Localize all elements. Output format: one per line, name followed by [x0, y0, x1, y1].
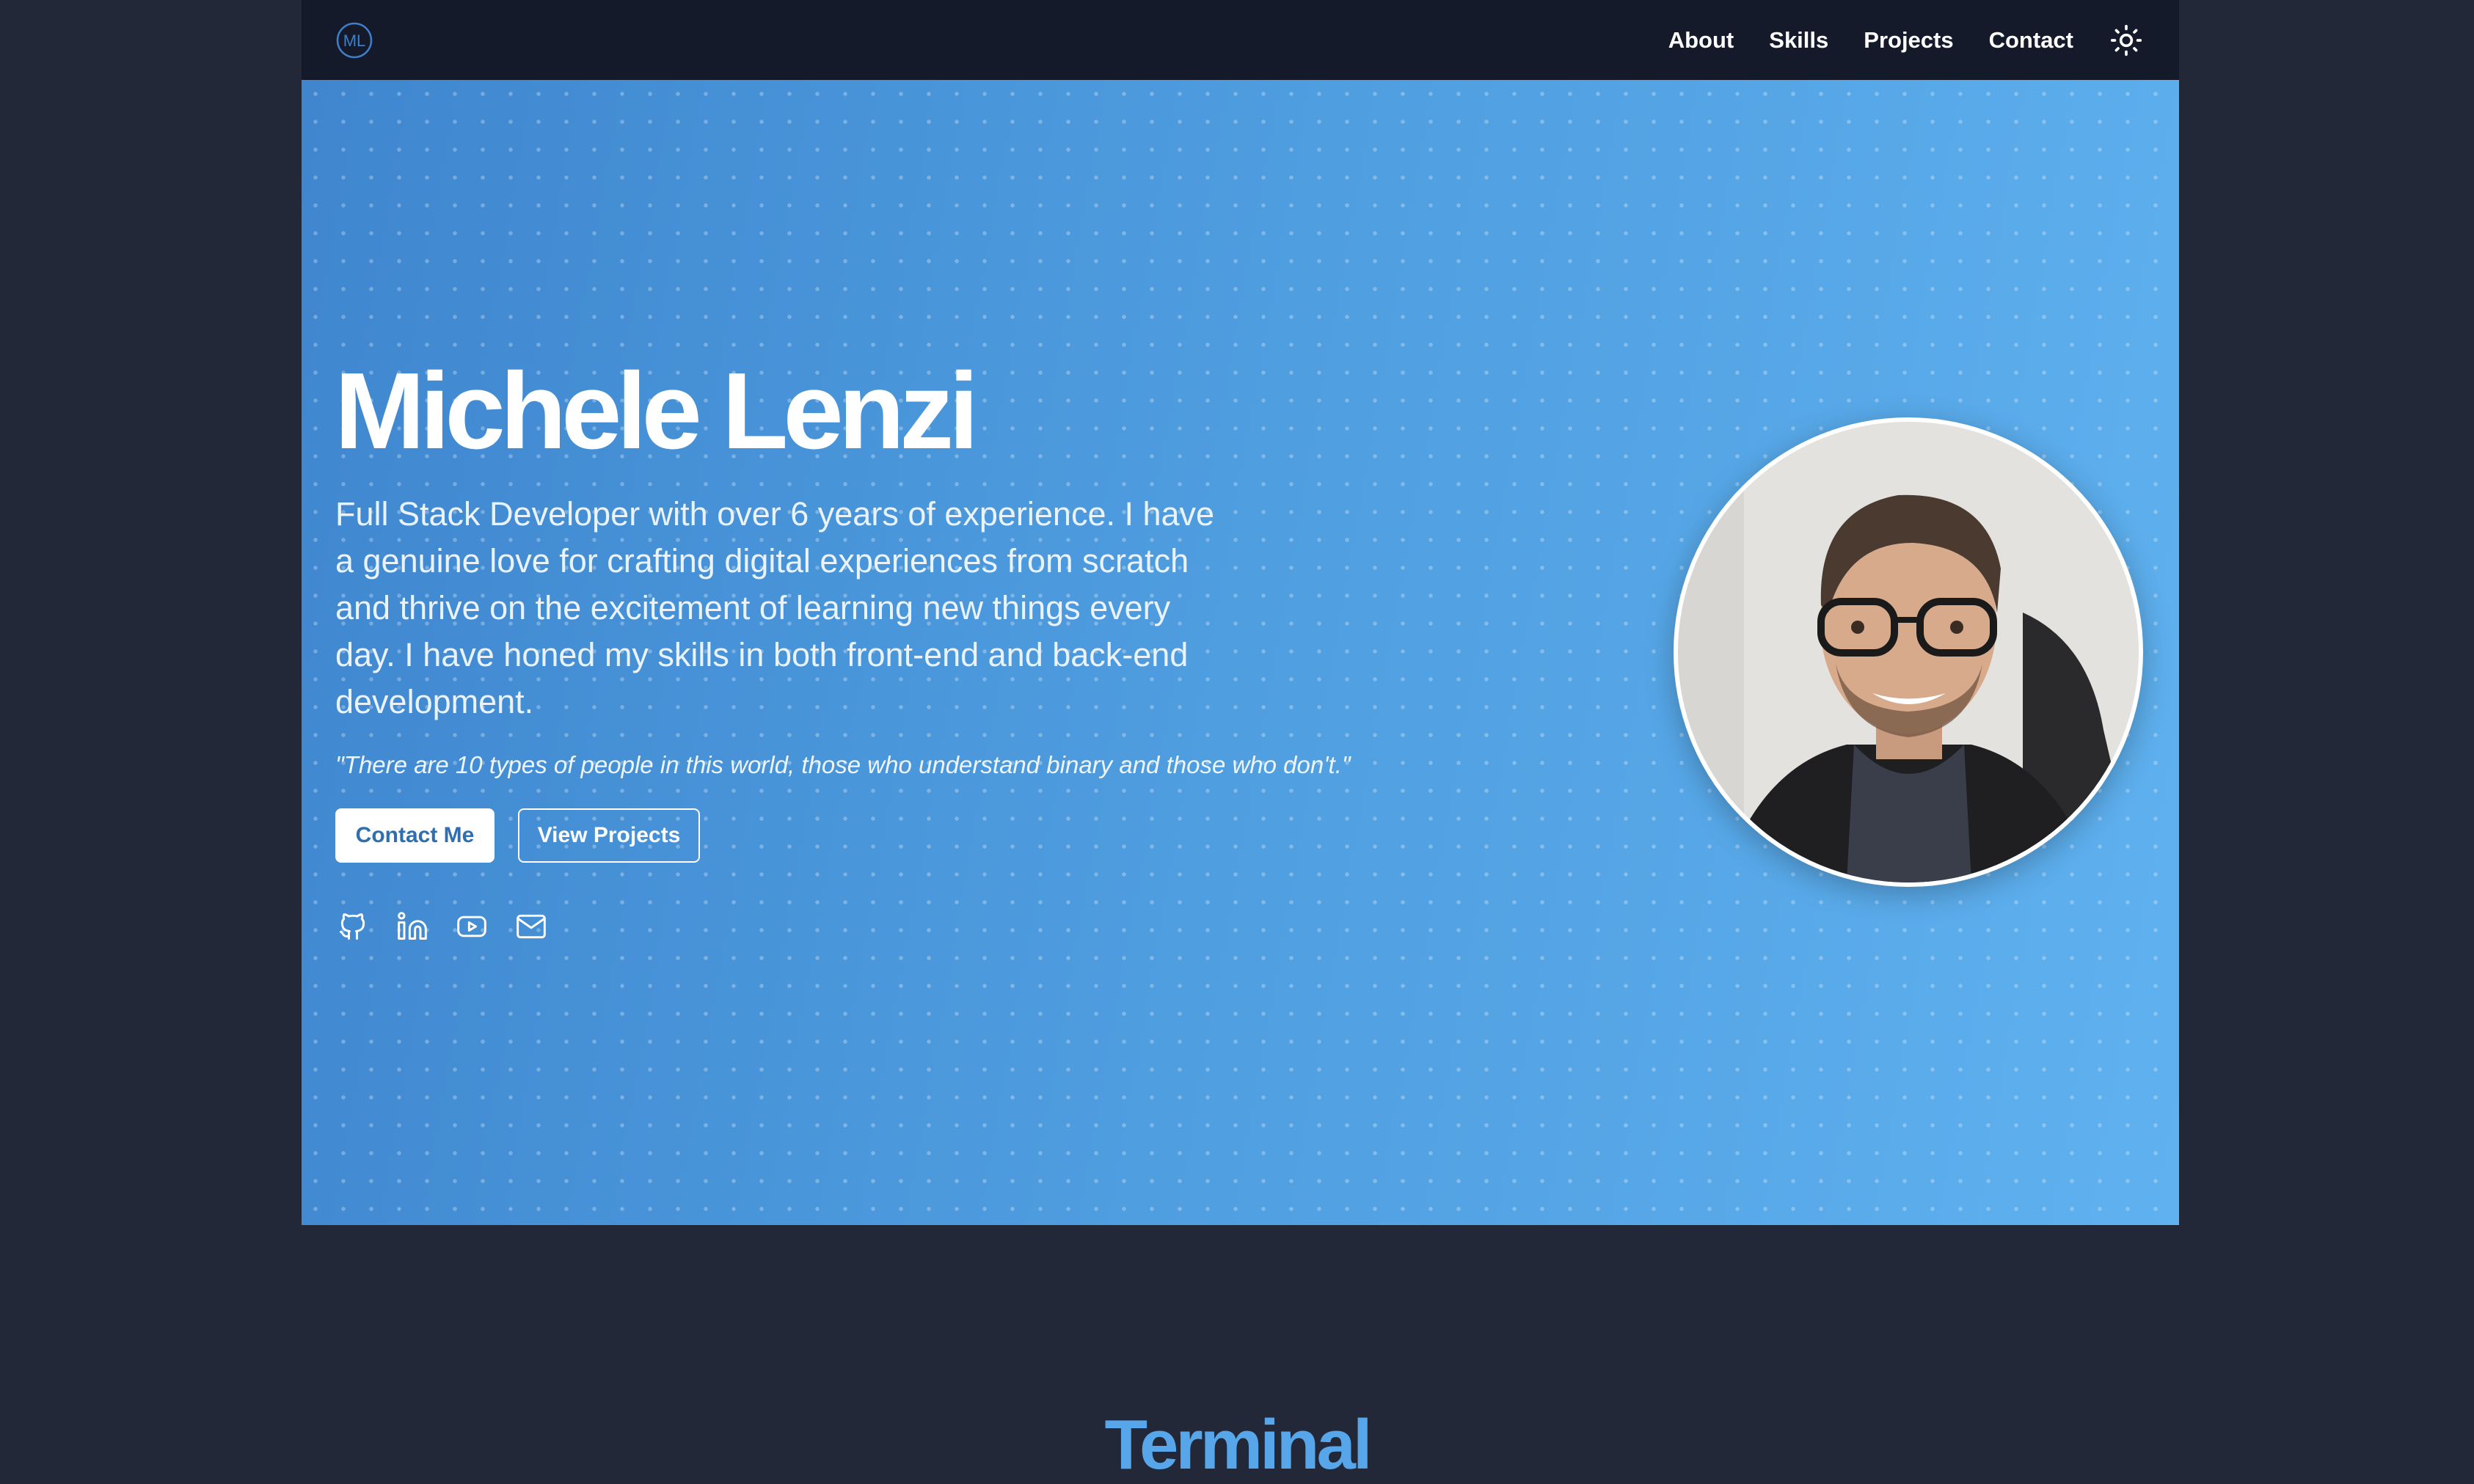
- mail-icon: [517, 914, 546, 939]
- sun-icon: [2110, 24, 2142, 56]
- youtube-icon: [457, 915, 486, 937]
- page: ML About Skills Projects Contact Michele…: [302, 0, 2179, 1225]
- github-link[interactable]: [335, 909, 371, 944]
- youtube-link[interactable]: [454, 909, 489, 944]
- logo[interactable]: ML: [335, 21, 373, 59]
- nav-link-skills[interactable]: Skills: [1769, 27, 1828, 54]
- hero-name: Michele Lenzi: [335, 351, 979, 472]
- navbar: ML About Skills Projects Contact: [302, 0, 2179, 80]
- nav-link-contact[interactable]: Contact: [1989, 27, 2073, 54]
- contact-me-button[interactable]: Contact Me: [335, 808, 495, 863]
- mail-link[interactable]: [514, 909, 549, 944]
- logo-icon: ML: [336, 22, 373, 58]
- terminal-section-title: Terminal: [1104, 1406, 1373, 1484]
- profile-photo-icon: [1678, 422, 2139, 882]
- hero-description: Full Stack Developer with over 6 years o…: [335, 495, 1215, 720]
- hero-quote: "There are 10 types of people in this wo…: [335, 751, 1351, 778]
- view-projects-button[interactable]: View Projects: [518, 808, 700, 863]
- github-icon: [340, 913, 365, 940]
- theme-toggle-button[interactable]: [2109, 23, 2144, 58]
- nav-link-projects[interactable]: Projects: [1864, 27, 1953, 54]
- linkedin-icon: [398, 912, 427, 940]
- nav-links: About Skills Projects Contact: [1668, 23, 2144, 58]
- hero-section: Michele Lenzi Full Stack Developer with …: [302, 80, 2179, 1225]
- hero-buttons: Contact Me View Projects: [335, 808, 700, 863]
- logo-text: ML: [343, 32, 366, 50]
- profile-photo: [1674, 417, 2143, 887]
- social-links: [335, 909, 549, 944]
- linkedin-link[interactable]: [395, 909, 430, 944]
- nav-link-about[interactable]: About: [1668, 27, 1734, 54]
